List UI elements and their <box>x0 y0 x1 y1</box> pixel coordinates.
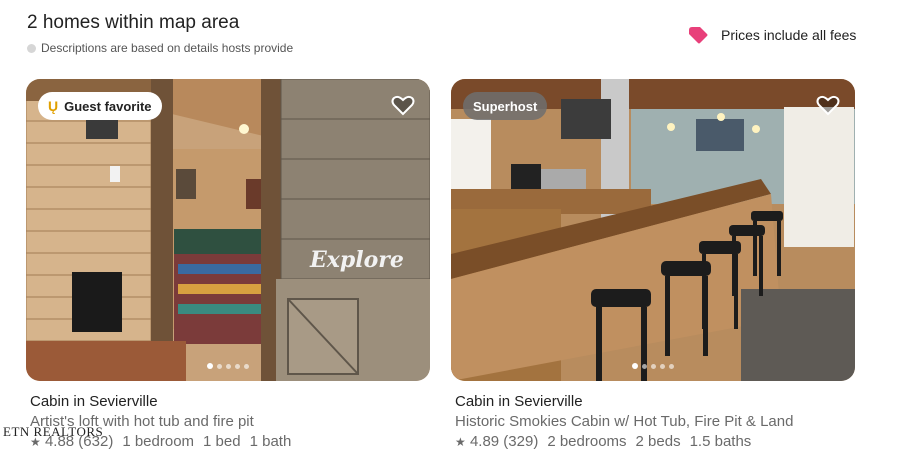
carousel-dot[interactable] <box>669 363 674 369</box>
beds: 2 beds <box>635 433 681 450</box>
photo-carousel-dots[interactable] <box>451 363 855 369</box>
listing-photo[interactable]: Ų Guest favorite Explore <box>26 79 430 381</box>
results-header-subtitle: Descriptions are based on details hosts … <box>27 41 293 55</box>
bedrooms: 1 bedroom <box>122 433 195 450</box>
listing-photo[interactable]: Superhost <box>451 79 855 381</box>
cabin-kitchen-photo <box>451 79 855 381</box>
beds: 1 bed <box>203 433 241 450</box>
watermark: ETN REALTORS <box>3 424 104 439</box>
explore-overlay-text: Explore <box>310 247 404 273</box>
fees-toggle[interactable]: Prices include all fees <box>687 24 856 46</box>
listing-card[interactable]: Ų Guest favorite Explore Cabin in Sevier… <box>26 79 430 450</box>
fees-label: Prices include all fees <box>721 27 857 43</box>
subtitle-text: Descriptions are based on details hosts … <box>41 41 294 55</box>
carousel-dot[interactable] <box>235 363 240 369</box>
guest-favorite-badge: Ų Guest favorite <box>38 92 162 120</box>
badge-label: Superhost <box>473 98 538 114</box>
rating-text: 4.89 (329) <box>469 433 539 450</box>
cabin-bedroom-photo <box>26 79 430 381</box>
baths: 1.5 baths <box>689 433 752 450</box>
results-header-title: 2 homes within map area <box>27 12 240 33</box>
carousel-dot[interactable] <box>660 363 665 369</box>
listing-title: Cabin in Sevierville <box>30 393 158 410</box>
listing-card[interactable]: Superhost Cabin in Sevierville Historic … <box>451 79 855 450</box>
listing-meta: ★ 4.89 (329) 2 bedrooms 2 beds 1.5 baths <box>455 433 751 450</box>
star-icon: ★ <box>455 435 466 449</box>
price-tag-icon <box>689 27 708 44</box>
rating: ★ 4.89 (329) <box>455 433 538 450</box>
carousel-dot[interactable] <box>651 363 656 369</box>
photo-carousel-dots[interactable] <box>26 363 430 369</box>
badge-label: Guest favorite <box>64 98 152 114</box>
info-icon <box>27 43 36 53</box>
carousel-dot[interactable] <box>642 363 647 369</box>
laurel-icon: Ų <box>48 98 59 114</box>
bedrooms: 2 bedrooms <box>547 433 627 450</box>
listing-title: Cabin in Sevierville <box>455 393 583 410</box>
listing-description: Historic Smokies Cabin w/ Hot Tub, Fire … <box>455 413 794 430</box>
baths: 1 bath <box>249 433 292 450</box>
carousel-dot[interactable] <box>244 363 249 369</box>
carousel-dot[interactable] <box>207 363 213 369</box>
heart-icon[interactable] <box>815 92 841 118</box>
carousel-dot[interactable] <box>226 363 231 369</box>
carousel-dot[interactable] <box>632 363 638 369</box>
carousel-dot[interactable] <box>217 363 222 369</box>
superhost-badge: Superhost <box>463 92 548 120</box>
heart-icon[interactable] <box>390 92 416 118</box>
